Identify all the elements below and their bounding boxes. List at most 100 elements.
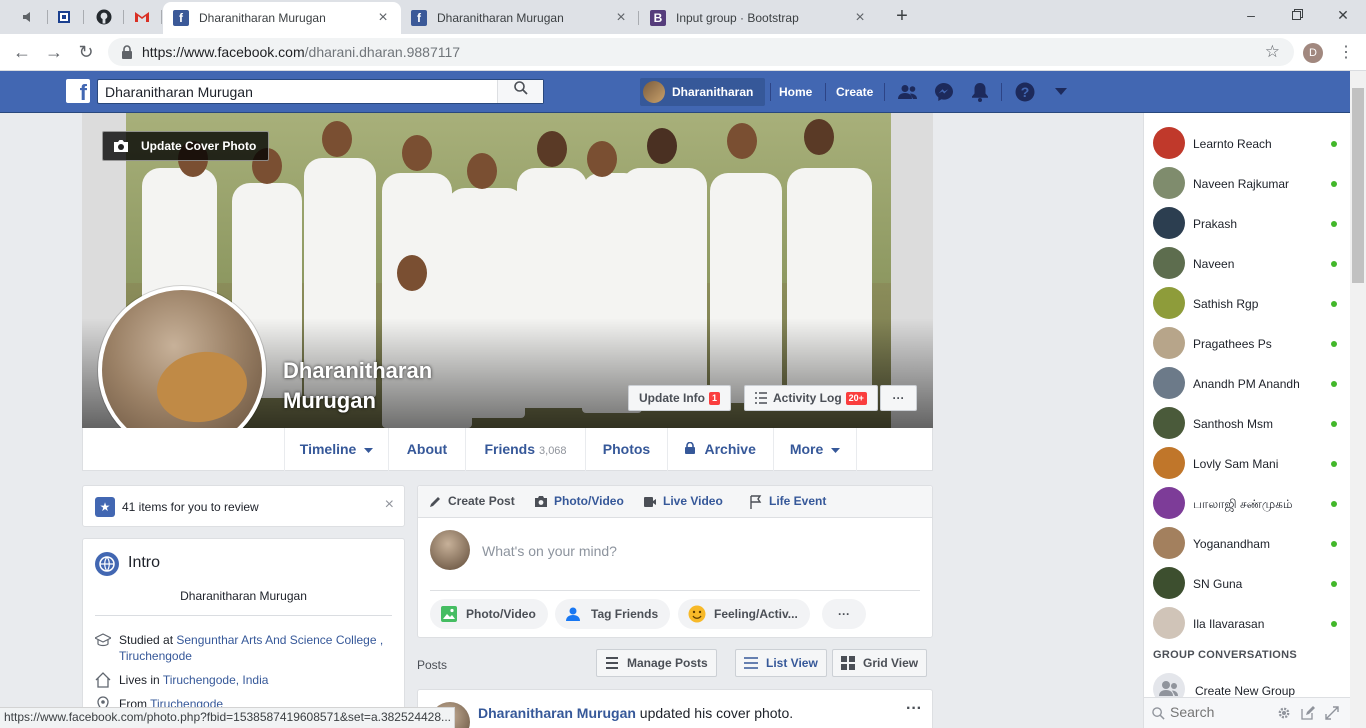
close-window-button[interactable]: ✕ [1320, 4, 1366, 28]
forward-button[interactable]: → [42, 40, 66, 64]
composer-tab-photo-video[interactable]: Photo/Video [534, 486, 624, 518]
composer-tab-create-post[interactable]: Create Post [428, 486, 515, 518]
bookmark-star-icon[interactable]: ☆ [1265, 42, 1280, 62]
close-tab-icon[interactable]: × [613, 9, 629, 27]
chat-friend[interactable]: Naveen Rajkumar [1144, 159, 1351, 199]
chat-friend[interactable]: Yoganandham [1144, 519, 1351, 559]
friend-avatar [1153, 367, 1185, 399]
maximize-button[interactable] [1274, 4, 1320, 28]
chat-friend[interactable]: Anandh PM Anandh [1144, 359, 1351, 399]
manage-posts-icon [606, 657, 618, 669]
chat-friend[interactable]: Naveen [1144, 239, 1351, 279]
feeling-activity-button[interactable]: Feeling/Activ... [678, 599, 810, 629]
close-icon[interactable]: × [385, 496, 394, 514]
tag-friends-button[interactable]: Tag Friends [555, 599, 671, 629]
help-icon[interactable]: ? [1013, 80, 1037, 104]
tab-friends-label: Friends [484, 441, 536, 457]
tab-friends[interactable]: Friends 3,068 [465, 428, 585, 471]
gear-icon[interactable] [1277, 706, 1291, 720]
facebook-search-input[interactable] [98, 80, 498, 103]
update-info-button[interactable]: Update Info 1 [628, 385, 732, 411]
search-button[interactable] [497, 80, 543, 103]
profile-name[interactable]: Dharanitharan Murugan [283, 356, 483, 416]
online-status-dot [1331, 421, 1337, 427]
facebook-logo-icon[interactable]: f [66, 79, 90, 105]
chat-friend[interactable]: Pragathees Ps [1144, 319, 1351, 359]
activity-log-button[interactable]: Activity Log 20+ [744, 385, 878, 411]
restore-icon [1291, 9, 1303, 20]
activity-log-badge: 20+ [845, 392, 867, 405]
chat-friend[interactable]: Lovly Sam Mani [1144, 439, 1351, 479]
post-options-button[interactable]: ··· [906, 700, 922, 718]
pinned-tab-site[interactable] [44, 4, 84, 30]
globe-icon [95, 552, 119, 576]
nav-create-link[interactable]: Create [828, 79, 881, 105]
nav-profile-link[interactable]: Dharanitharan [640, 78, 766, 106]
browser-menu-icon[interactable]: ⋮ [1338, 42, 1354, 62]
composer-input[interactable]: What's on your mind? [482, 543, 617, 559]
manage-posts-button[interactable]: Manage Posts [596, 649, 717, 677]
friend-requests-icon[interactable] [896, 80, 920, 104]
nav-home-link[interactable]: Home [771, 79, 820, 105]
grid-view-button[interactable]: Grid View [832, 649, 928, 677]
messenger-icon[interactable] [932, 80, 956, 104]
composer-more-button[interactable]: ··· [822, 599, 866, 629]
new-tab-button[interactable]: + [890, 5, 914, 29]
account-menu-chevron-icon[interactable] [1049, 80, 1073, 104]
tab-more[interactable]: More [773, 428, 857, 471]
url-field[interactable]: https://www.facebook.com/dharani.dharan.… [108, 38, 1294, 66]
close-tab-icon[interactable]: × [375, 9, 391, 27]
pinned-tab-gmail[interactable] [122, 4, 162, 30]
add-photo-video-button[interactable]: Photo/Video [430, 599, 548, 629]
reload-button[interactable]: ↻ [74, 40, 98, 64]
profile-more-button[interactable]: ··· [880, 385, 917, 411]
tab-about[interactable]: About [388, 428, 465, 471]
friend-name: Sathish Rgp [1193, 297, 1259, 311]
star-icon: ★ [95, 497, 115, 517]
composer-tab-live-video[interactable]: Live Video [643, 486, 723, 518]
browser-profile-avatar[interactable]: D [1303, 43, 1323, 63]
online-status-dot [1331, 501, 1337, 507]
tab-timeline[interactable]: Timeline [284, 428, 388, 471]
chat-search-input[interactable] [1170, 704, 1270, 720]
tab-facebook-1[interactable]: f Dharanitharan Murugan × [163, 2, 401, 34]
close-tab-icon[interactable]: × [852, 9, 868, 27]
pinned-tab-github[interactable] [84, 4, 124, 30]
notifications-bell-icon[interactable] [968, 80, 992, 104]
back-button[interactable]: ← [10, 40, 34, 64]
lives-link[interactable]: Tiruchengode, India [163, 673, 269, 687]
tab-photos[interactable]: Photos [585, 428, 667, 471]
update-cover-photo-button[interactable]: Update Cover Photo [102, 131, 270, 161]
friend-avatar [1153, 447, 1185, 479]
chat-friend[interactable]: Prakash [1144, 199, 1351, 239]
update-cover-label: Update Cover Photo [141, 139, 257, 153]
intro-title: Intro [128, 554, 161, 571]
chat-friend[interactable]: Sathish Rgp [1144, 279, 1351, 319]
post-author-link[interactable]: Dharanitharan Murugan [478, 705, 636, 721]
grid-view-label: Grid View [863, 656, 919, 670]
facebook-favicon-icon: f [173, 10, 189, 26]
friend-avatar [1153, 487, 1185, 519]
chat-friend[interactable]: Santhosh Msm [1144, 399, 1351, 439]
list-view-button[interactable]: List View [735, 649, 827, 677]
tab-bootstrap[interactable]: B Input group · Bootstrap × [640, 2, 878, 34]
pinned-tab-speaker[interactable] [8, 4, 48, 30]
minimize-button[interactable]: – [1228, 4, 1274, 28]
composer-tab-life-event[interactable]: Life Event [749, 486, 826, 518]
chevron-down-icon [364, 448, 374, 453]
tag-friends-label: Tag Friends [591, 607, 659, 621]
page-scrollbar[interactable] [1350, 71, 1366, 728]
compose-icon[interactable] [1301, 706, 1315, 720]
chevron-down-icon [831, 448, 841, 453]
tab-facebook-2[interactable]: f Dharanitharan Murugan × [401, 2, 639, 34]
chat-friend[interactable]: Learnto Reach [1144, 119, 1351, 159]
expand-icon[interactable] [1325, 706, 1339, 720]
tab-archive[interactable]: Archive [667, 428, 773, 471]
chat-friend[interactable]: பாலாஜி சண்முகம் [1144, 479, 1351, 519]
group-conversations-header: GROUP CONVERSATIONS [1153, 649, 1298, 661]
chat-friend[interactable]: Ila Ilavarasan [1144, 599, 1351, 639]
friend-avatar [1153, 527, 1185, 559]
review-items-card[interactable]: ★ 41 items for you to review × [82, 485, 405, 527]
manage-posts-label: Manage Posts [627, 656, 708, 670]
chat-friend[interactable]: SN Guna [1144, 559, 1351, 599]
